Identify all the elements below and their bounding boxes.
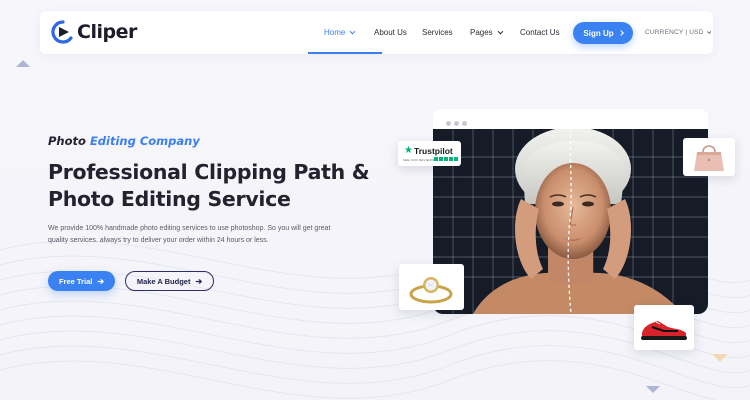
chevron-down-icon	[706, 29, 711, 34]
free-trial-button[interactable]: Free Trial ➔	[48, 271, 115, 291]
ring-image	[409, 277, 453, 304]
hero-headline: Professional Clipping Path & Photo Editi…	[48, 159, 378, 213]
trustpilot-badge[interactable]: ★ Trustpilot SEE OUR REVIEWS	[398, 141, 461, 166]
rating-star	[434, 157, 438, 161]
ring-card	[399, 264, 464, 310]
decor-triangle	[16, 60, 30, 67]
headline-line-2: Photo Editing Service	[48, 187, 291, 211]
nav-item-pages[interactable]: Pages	[470, 11, 520, 54]
currency-label: CURRENCY | USD	[645, 29, 704, 36]
rating-star	[439, 157, 443, 161]
woman-portrait-image	[433, 129, 708, 314]
nav-item-label: About Us	[374, 28, 407, 37]
currency-selector[interactable]: CURRENCY | USD	[645, 11, 711, 54]
nav-item-label: Services	[422, 28, 453, 37]
window-dot	[454, 121, 459, 126]
window-dot	[462, 121, 467, 126]
play-logo-icon	[51, 20, 73, 44]
rating-star	[454, 157, 458, 161]
rating-star	[449, 157, 453, 161]
handbag-card	[683, 138, 735, 176]
nav-item-about-us[interactable]: About Us	[374, 11, 422, 54]
free-trial-label: Free Trial	[58, 276, 93, 286]
tagline-accent: Editing Company	[89, 134, 200, 148]
make-a-budget-button[interactable]: Make A Budget ➔	[125, 271, 214, 291]
hero-buttons: Free Trial ➔ Make A Budget ➔	[48, 271, 378, 291]
decor-triangle	[712, 354, 728, 362]
decor-triangle	[646, 386, 660, 393]
arrow-right-icon: ➔	[97, 276, 105, 286]
make-a-budget-label: Make A Budget	[136, 276, 191, 286]
sneaker-image	[641, 319, 687, 340]
brand-logo[interactable]: Cliper	[51, 20, 137, 44]
browser-titlebar	[433, 109, 708, 129]
hero-image-frame	[433, 109, 708, 314]
star-icon: ★	[404, 145, 413, 156]
nav-item-home[interactable]: Home	[308, 11, 382, 54]
navbar: Cliper Home About Us Services Pages Cont…	[40, 11, 713, 54]
headline-line-1: Professional Clipping Path &	[48, 160, 370, 184]
hero-photo	[433, 129, 708, 314]
hero-section: Photo Editing Company Professional Clipp…	[48, 134, 378, 291]
sign-up-button[interactable]: Sign Up	[573, 22, 633, 44]
sign-up-label: Sign Up	[583, 28, 614, 38]
hero-tagline: Photo Editing Company	[48, 134, 378, 148]
hero-description: We provide 100% handmade photo editing s…	[48, 225, 331, 244]
nav-item-label: Home	[324, 28, 346, 37]
trustpilot-rating	[434, 157, 459, 161]
handbag-image	[694, 145, 724, 171]
rating-star	[444, 157, 448, 161]
arrow-right-icon: ➔	[195, 276, 203, 286]
shoe-card	[634, 305, 694, 350]
main-nav: Home About Us Services Pages Contact Us	[308, 11, 578, 54]
tagline-prefix: Photo	[48, 134, 86, 148]
nav-item-label: Contact Us	[520, 28, 560, 37]
trustpilot-name: Trustpilot	[414, 146, 453, 156]
chevron-down-icon	[349, 28, 356, 34]
trustpilot-subtitle: SEE OUR REVIEWS	[403, 158, 435, 162]
nav-item-contact-us[interactable]: Contact Us	[520, 11, 578, 54]
nav-item-services[interactable]: Services	[422, 11, 470, 54]
nav-item-label: Pages	[470, 28, 493, 37]
window-dot	[446, 121, 451, 126]
chevron-down-icon	[497, 28, 503, 34]
chevron-right-icon	[617, 30, 624, 36]
brand-name: Cliper	[77, 21, 137, 43]
